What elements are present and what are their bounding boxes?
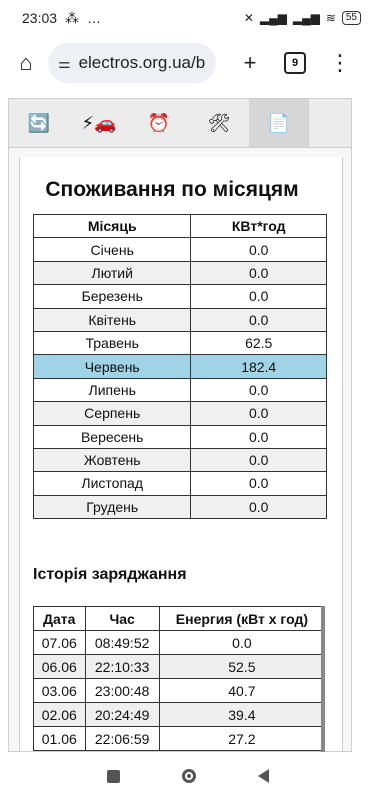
table-row: Грудень 0.0 — [32, 494, 327, 520]
energy-cell: 52.5 — [158, 654, 326, 679]
table-row: 03.06 23:00:48 40.7 — [33, 678, 326, 703]
month-cell: Січень — [32, 237, 192, 262]
time-cell: 23:00:48 — [84, 678, 160, 703]
history-title: Історія заряджання — [33, 566, 187, 583]
table-row-current: Червень 182.4 — [32, 354, 327, 379]
home-circle-icon[interactable] — [181, 769, 196, 783]
value-cell: 0.0 — [190, 307, 327, 332]
value-cell: 0.0 — [190, 260, 327, 286]
browser-toolbar: ⌂ ⚌ electros.org.ua/b + 9 ⋮ — [0, 36, 375, 90]
month-cell: Лютий — [32, 260, 192, 286]
table-row: Січень 0.0 — [32, 237, 327, 262]
date-cell: 07.06 — [33, 630, 86, 655]
value-cell: 0.0 — [190, 377, 327, 403]
energy-cell: 0.0 — [158, 630, 326, 655]
energy-cell: 27.2 — [158, 726, 326, 751]
tabs-count-button[interactable]: 9 — [284, 52, 306, 74]
battery-icon: 55 — [341, 11, 361, 25]
value-cell: 0.0 — [190, 424, 327, 449]
table-row: Серпень 0.0 — [32, 401, 327, 426]
date-cell: 02.06 — [33, 702, 86, 727]
time-cell: 22:06:59 — [84, 726, 160, 751]
url-text: electros.org.ua/b — [78, 53, 206, 72]
column-header-time: Час — [84, 606, 160, 631]
column-header-energy: Енергия (кВт х год) — [158, 606, 326, 631]
value-cell: 0.0 — [190, 401, 327, 426]
history-table: Дата Час Енергия (кВт х год) 07.06 08:49:… — [33, 606, 326, 751]
value-cell: 62.5 — [190, 330, 327, 356]
value-cell: 0.0 — [190, 284, 327, 309]
nav-tabs: 🔄 ⚡🚗 ⏰ 🛠 📄 — [9, 99, 351, 148]
table-row: Липень 0.0 — [32, 377, 327, 403]
signal-2-icon: ▂▄▆ — [292, 11, 320, 25]
tab-settings[interactable]: 🛠 — [189, 99, 249, 147]
wifi-icon: ≋ — [325, 11, 336, 25]
new-tab-icon[interactable]: + — [234, 47, 266, 79]
date-cell: 06.06 — [33, 654, 86, 679]
monthly-title: Споживання по місяцям — [45, 178, 299, 201]
date-cell: 03.06 — [33, 678, 86, 703]
month-cell: Березень — [32, 284, 192, 309]
recents-icon[interactable] — [106, 769, 120, 783]
month-cell: Жовтень — [32, 447, 192, 473]
table-row: 01.06 22:06:59 27.2 — [33, 726, 326, 751]
table-row: Вересень 0.0 — [32, 424, 327, 449]
month-cell: Вересень — [32, 424, 192, 449]
column-header-month: Місяць — [32, 213, 192, 239]
table-row: 02.06 20:24:49 39.4 — [33, 702, 326, 727]
home-icon[interactable]: ⌂ — [10, 47, 42, 79]
back-icon[interactable] — [257, 769, 269, 783]
status-notification-icon: ⁂ — [65, 9, 80, 26]
table-header-row: Дата Час Енергия (кВт х год) — [33, 606, 326, 631]
system-nav-bar — [0, 752, 375, 800]
table-row: Травень 62.5 — [32, 330, 327, 356]
table-row: Квітень 0.0 — [32, 307, 327, 332]
time-cell: 20:24:49 — [84, 702, 160, 727]
site-settings-icon[interactable]: ⚌ — [58, 55, 71, 72]
energy-cell: 39.4 — [158, 702, 326, 727]
table-row: 06.06 22:10:33 52.5 — [33, 654, 326, 679]
month-cell: Листопад — [32, 471, 192, 496]
month-cell: Грудень — [32, 494, 192, 520]
tab-charging[interactable]: ⚡🚗 — [69, 99, 129, 147]
tab-refresh[interactable]: 🔄 — [9, 99, 69, 147]
table-row: Листопад 0.0 — [32, 471, 327, 496]
month-cell: Серпень — [32, 401, 192, 426]
energy-cell: 40.7 — [158, 678, 326, 703]
month-cell: Травень — [32, 330, 192, 356]
table-row: 07.06 08:49:52 0.0 — [33, 630, 326, 655]
browser-actions: + 9 ⋮ — [234, 47, 356, 79]
value-cell: 0.0 — [190, 447, 327, 473]
mute-icon: ✕ — [243, 11, 254, 25]
date-cell: 01.06 — [33, 726, 86, 751]
table-row: Березень 0.0 — [32, 284, 327, 309]
status-bar: 23:03 ⁂ … ✕ ▂▄▆ ▂▄▆ ≋ 55 — [0, 0, 375, 36]
column-header-kwh: КВт*год — [190, 213, 327, 239]
time-cell: 22:10:33 — [84, 654, 160, 679]
month-cell: Квітень — [32, 307, 192, 332]
history-scrollbar[interactable] — [321, 606, 325, 752]
table-row: Жовтень 0.0 — [32, 447, 327, 473]
time-cell: 08:49:52 — [84, 630, 160, 655]
value-cell: 0.0 — [190, 494, 327, 520]
status-time: 23:03 — [22, 10, 58, 26]
tab-schedule[interactable]: ⏰ — [129, 99, 189, 147]
address-bar[interactable]: ⚌ electros.org.ua/b — [48, 43, 216, 83]
status-right: ✕ ▂▄▆ ▂▄▆ ≋ 55 — [244, 11, 361, 25]
menu-icon[interactable]: ⋮ — [324, 47, 356, 79]
status-left: 23:03 ⁂ … — [22, 10, 101, 27]
monthly-table: Місяць КВт*год Січень 0.0 Лютий 0.0 Березе… — [32, 213, 327, 520]
table-row: Лютий 0.0 — [32, 260, 327, 286]
table-header-row: Місяць КВт*год — [32, 213, 327, 239]
value-cell: 0.0 — [190, 471, 327, 496]
status-more-icon: … — [87, 10, 102, 26]
value-cell: 182.4 — [190, 354, 327, 379]
column-header-date: Дата — [33, 606, 86, 631]
signal-icon: ▂▄▆ — [259, 11, 287, 25]
month-cell: Червень — [32, 354, 192, 379]
tab-report[interactable]: 📄 — [249, 99, 309, 147]
month-cell: Липень — [32, 377, 192, 403]
value-cell: 0.0 — [190, 237, 327, 262]
